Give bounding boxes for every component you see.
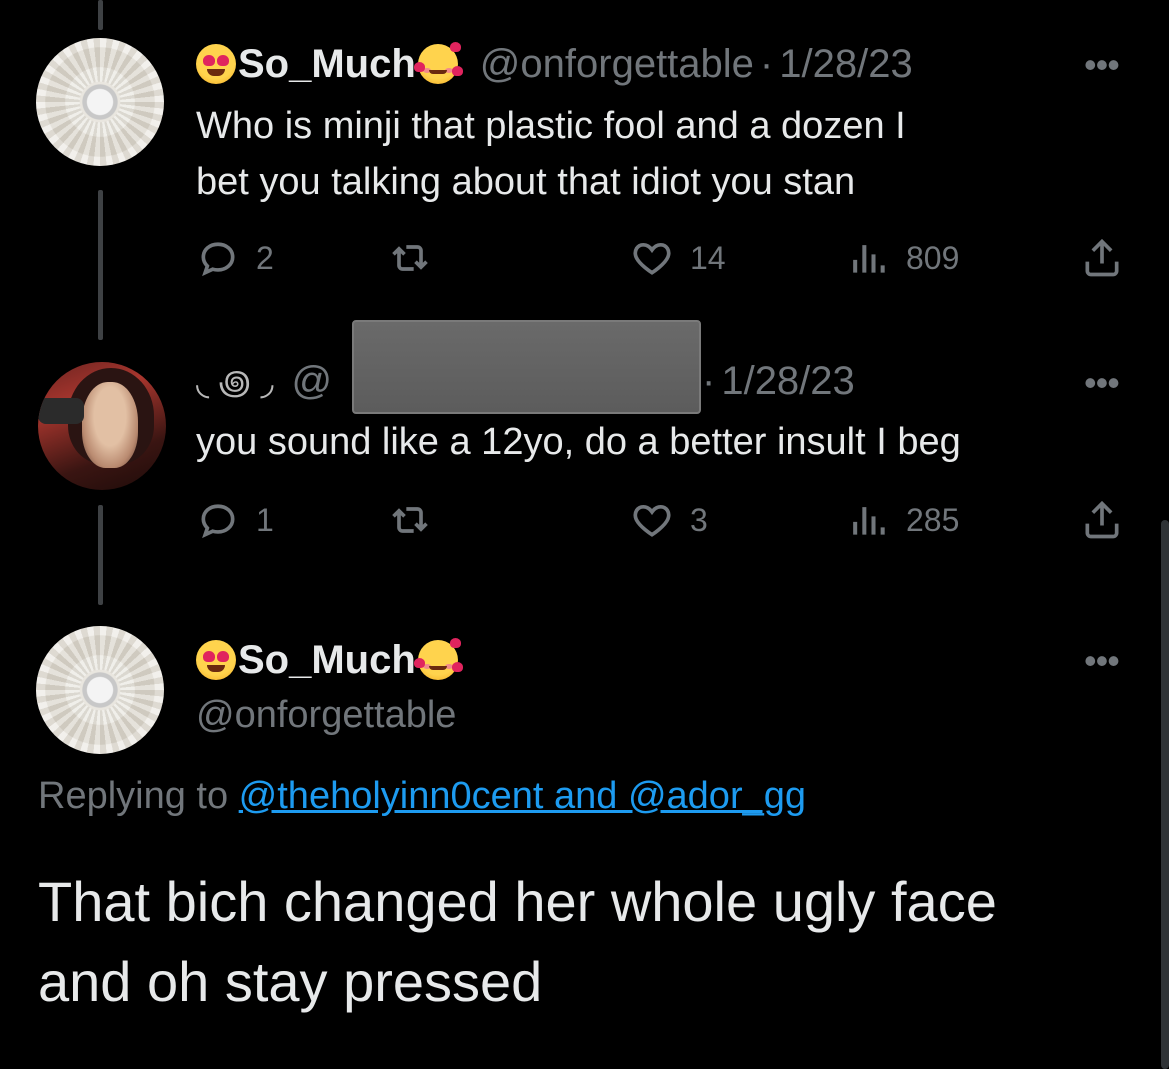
like-button[interactable]: 14 — [630, 236, 726, 280]
handle[interactable]: @onforgettable — [196, 694, 456, 737]
like-icon — [633, 242, 671, 275]
more-icon[interactable]: ••• — [1084, 640, 1120, 682]
view-count: 285 — [906, 501, 960, 538]
more-icon[interactable]: ••• — [1084, 44, 1120, 86]
replying-to: Replying to @theholyinn0cent and @ador_g… — [38, 775, 806, 818]
display-name[interactable]: So_Much — [238, 42, 416, 87]
views-icon — [853, 245, 885, 273]
replying-prefix: Replying to — [38, 775, 239, 817]
view-count: 809 — [906, 239, 960, 276]
retweet-icon — [392, 507, 428, 533]
main-tweet-text-line2: and oh stay pressed — [38, 950, 543, 1013]
avatar[interactable] — [38, 362, 166, 490]
scrollbar[interactable] — [1161, 520, 1169, 1069]
views-button[interactable]: 285 — [846, 498, 959, 542]
handle[interactable]: @onforgettable — [480, 42, 754, 87]
main-tweet-text: That bich changed her whole ugly face an… — [38, 862, 1148, 1022]
main-tweet-header: So_Much — [196, 636, 463, 684]
thread-line-top — [98, 0, 103, 30]
reply-icon — [201, 242, 235, 277]
smiling-hearts-emoji-icon — [413, 638, 463, 680]
views-icon — [853, 507, 885, 535]
separator: · — [759, 41, 774, 86]
avatar-hand — [38, 398, 84, 424]
tweet-text-line1: Who is minji that plastic fool and a doz… — [196, 105, 906, 147]
tweet2-header: ◟ ꩜ ◞ @ — [196, 356, 332, 406]
share-icon — [1085, 238, 1119, 277]
thread-line-middle — [98, 190, 103, 340]
retweet-button[interactable] — [388, 498, 448, 542]
retweet-button[interactable] — [388, 236, 448, 280]
tweet-text: you sound like a 12yo, do a better insul… — [196, 421, 961, 463]
reply-count: 2 — [256, 239, 274, 276]
share-button[interactable] — [1080, 236, 1140, 280]
display-name[interactable]: ◟ ꩜ ◞ — [196, 356, 274, 406]
thread-line-bottom — [98, 505, 103, 605]
like-count: 14 — [690, 239, 726, 276]
tweet-date[interactable]: 1/28/23 — [721, 359, 854, 404]
display-name[interactable]: So_Much — [238, 638, 416, 683]
more-icon[interactable]: ••• — [1084, 362, 1120, 404]
like-icon — [633, 504, 671, 537]
share-button[interactable] — [1080, 498, 1140, 542]
replying-to-link[interactable]: @theholyinn0cent and @ador_gg — [239, 775, 806, 817]
avatar[interactable] — [36, 626, 164, 754]
views-button[interactable]: 809 — [846, 236, 959, 280]
avatar-face — [82, 382, 138, 468]
like-button[interactable]: 3 — [630, 498, 708, 542]
handle-prefix[interactable]: @ — [292, 359, 333, 404]
smiling-hearts-emoji-icon — [413, 42, 463, 84]
like-count: 3 — [690, 501, 708, 538]
avatar[interactable] — [36, 38, 164, 166]
reply-count: 1 — [256, 501, 274, 538]
retweet-icon — [392, 245, 428, 271]
reply-icon — [201, 504, 235, 539]
separator: · — [702, 358, 716, 403]
heart-eyes-emoji-icon — [196, 640, 236, 680]
redaction-box — [352, 320, 701, 414]
main-tweet-text-line1: That bich changed her whole ugly face — [38, 870, 997, 933]
tweet1-header: So_Much @onforgettable · 1/28/23 — [196, 40, 913, 88]
reply-button[interactable]: 1 — [196, 498, 274, 542]
tweet-text-line2: bet you talking about that idiot you sta… — [196, 161, 856, 203]
heart-eyes-emoji-icon — [196, 44, 236, 84]
tweet-date[interactable]: 1/28/23 — [779, 42, 912, 87]
share-icon — [1085, 500, 1119, 539]
tweet2-date-row: · 1/28/23 — [702, 356, 855, 406]
reply-button[interactable]: 2 — [196, 236, 274, 280]
